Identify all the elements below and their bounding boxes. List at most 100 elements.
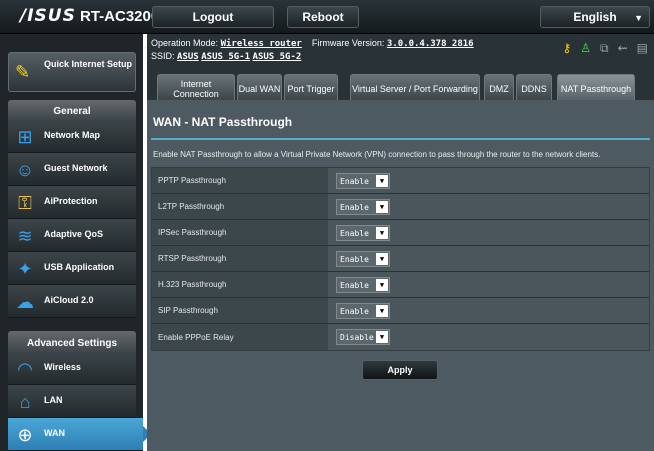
qos-icon: ≋: [17, 225, 33, 246]
chevron-down-icon: ▼: [376, 201, 388, 213]
printer-icon[interactable]: ▤: [637, 42, 648, 54]
row-value-cell: Enable ▼: [328, 168, 649, 193]
apply-button[interactable]: Apply: [362, 360, 438, 380]
page-description: Enable NAT Passthrough to allow a Virtua…: [153, 150, 601, 159]
chevron-down-icon: ▼: [376, 253, 388, 265]
select-value: Enable: [340, 306, 369, 316]
quick-internet-setup-button[interactable]: ✎ Quick Internet Setup: [8, 52, 136, 92]
select-value: Enable: [340, 176, 369, 186]
tab-virtual-server[interactable]: Virtual Server / Port Forwarding: [350, 74, 480, 100]
table-row: SIP Passthrough Enable ▼: [152, 298, 649, 324]
home-icon: ⌂: [19, 391, 31, 412]
tab-ddns[interactable]: DDNS: [516, 74, 552, 100]
row-value-cell: Disable ▼: [328, 324, 649, 350]
ssid-label: SSID:: [151, 51, 175, 61]
sidebar-item-label: AiCloud 2.0: [44, 295, 94, 305]
table-row: Enable PPPoE Relay Disable ▼: [152, 324, 649, 350]
tab-internet-connection[interactable]: Internet Connection: [157, 74, 235, 100]
row-label: L2TP Passthrough: [152, 194, 328, 219]
chevron-down-icon: ▼: [376, 227, 388, 239]
page-title: WAN - NAT Passthrough: [153, 115, 293, 129]
row-value-cell: Enable ▼: [328, 220, 649, 245]
op-mode-link[interactable]: Wireless router: [221, 39, 302, 49]
main-content: WAN - NAT Passthrough Enable NAT Passthr…: [147, 100, 654, 451]
sidebar-item-label: WAN: [44, 428, 65, 438]
chevron-down-icon: ▼: [376, 331, 388, 343]
sidebar-item-lan[interactable]: ⌂ LAN: [8, 385, 136, 418]
row-label: RTSP Passthrough: [152, 246, 328, 271]
settings-table: PPTP Passthrough Enable ▼ L2TP Passthrou…: [151, 167, 650, 351]
ipsec-passthrough-select[interactable]: Enable ▼: [336, 225, 390, 241]
ssid-link[interactable]: ASUS: [177, 52, 199, 62]
top-bar: /ISUS RT-AC3200 Logout Reboot English ▼: [0, 0, 654, 34]
row-label: SIP Passthrough: [152, 298, 328, 323]
sidebar-item-adaptive-qos[interactable]: ≋ Adaptive QoS: [8, 219, 136, 252]
reboot-button[interactable]: Reboot: [287, 6, 359, 28]
sidebar-item-label: Wireless: [44, 362, 81, 372]
firmware-link[interactable]: 3.0.0.4.378_2816: [387, 39, 474, 49]
select-value: Enable: [340, 280, 369, 290]
select-value: Enable: [340, 254, 369, 264]
firmware-label: Firmware Version:: [311, 38, 385, 48]
row-value-cell: Enable ▼: [328, 272, 649, 297]
row-label: PPTP Passthrough: [152, 168, 328, 193]
chevron-down-icon: ▼: [376, 175, 388, 187]
row-value-cell: Enable ▼: [328, 246, 649, 271]
status-bar: Operation Mode: Wireless router Firmware…: [147, 34, 654, 72]
logout-button[interactable]: Logout: [152, 6, 274, 28]
sidebar-item-wireless[interactable]: ◠ Wireless: [8, 352, 136, 385]
wireless-icon: ◠: [17, 358, 33, 379]
table-row: IPSec Passthrough Enable ▼: [152, 220, 649, 246]
user-icon[interactable]: ♙: [580, 42, 591, 54]
sidebar-item-label: AiProtection: [44, 196, 98, 206]
table-row: H.323 Passthrough Enable ▼: [152, 272, 649, 298]
chevron-down-icon: ▼: [376, 279, 388, 291]
row-label: IPSec Passthrough: [152, 220, 328, 245]
rtsp-passthrough-select[interactable]: Enable ▼: [336, 251, 390, 267]
sidebar-item-aicloud[interactable]: ☁ AiCloud 2.0: [8, 285, 136, 318]
tab-nat-passthrough[interactable]: NAT Passthrough: [557, 74, 635, 100]
general-header: General: [8, 100, 136, 122]
key-icon[interactable]: ⚷: [562, 42, 571, 54]
status-line-1: Operation Mode: Wireless router Firmware…: [151, 38, 474, 49]
sidebar-item-aiprotection[interactable]: ⚿ AiProtection: [8, 186, 136, 219]
copy-icon[interactable]: ⧉: [600, 42, 609, 54]
ssid-link[interactable]: ASUS_5G-2: [253, 52, 302, 62]
sidebar-item-label: LAN: [44, 395, 63, 405]
usb-icon[interactable]: ⇜: [618, 42, 628, 54]
sidebar-item-label: Network Map: [44, 130, 101, 140]
row-value-cell: Enable ▼: [328, 298, 649, 323]
h323-passthrough-select[interactable]: Enable ▼: [336, 277, 390, 293]
sidebar-item-wan[interactable]: ⊕ WAN: [8, 418, 151, 451]
select-value: Enable: [340, 228, 369, 238]
sidebar-item-network-map[interactable]: ⊞ Network Map: [8, 120, 136, 153]
pptp-passthrough-select[interactable]: Enable ▼: [336, 173, 390, 189]
row-label: Enable PPPoE Relay: [152, 324, 328, 350]
globe-icon: ⊕: [17, 424, 33, 445]
title-divider: [151, 138, 650, 140]
table-row: PPTP Passthrough Enable ▼: [152, 168, 649, 194]
select-value: Disable: [340, 332, 374, 342]
sidebar-item-label: USB Application: [44, 262, 115, 272]
table-row: RTSP Passthrough Enable ▼: [152, 246, 649, 272]
model-name: RT-AC3200: [80, 8, 160, 25]
sidebar: ✎ Quick Internet Setup General ⊞ Network…: [0, 34, 151, 451]
cloud-icon: ☁: [16, 291, 34, 312]
l2tp-passthrough-select[interactable]: Enable ▼: [336, 199, 390, 215]
ssid-link[interactable]: ASUS_5G-1: [201, 52, 250, 62]
table-row: L2TP Passthrough Enable ▼: [152, 194, 649, 220]
select-value: Enable: [340, 202, 369, 212]
pppoe-relay-select[interactable]: Disable ▼: [336, 329, 390, 345]
language-label: English: [573, 10, 617, 24]
sidebar-item-guest-network[interactable]: ☺ Guest Network: [8, 153, 136, 186]
puzzle-icon: ✦: [17, 258, 33, 279]
guest-network-icon: ☺: [15, 159, 35, 180]
quick-setup-label: Quick Internet Setup: [44, 59, 133, 69]
language-select[interactable]: English ▼: [540, 6, 650, 28]
tab-port-trigger[interactable]: Port Trigger: [284, 74, 338, 100]
tab-dmz[interactable]: DMZ: [484, 74, 514, 100]
chevron-down-icon: ▼: [634, 13, 643, 23]
tab-dual-wan[interactable]: Dual WAN: [237, 74, 282, 100]
sidebar-item-usb-application[interactable]: ✦ USB Application: [8, 252, 136, 285]
sip-passthrough-select[interactable]: Enable ▼: [336, 303, 390, 319]
